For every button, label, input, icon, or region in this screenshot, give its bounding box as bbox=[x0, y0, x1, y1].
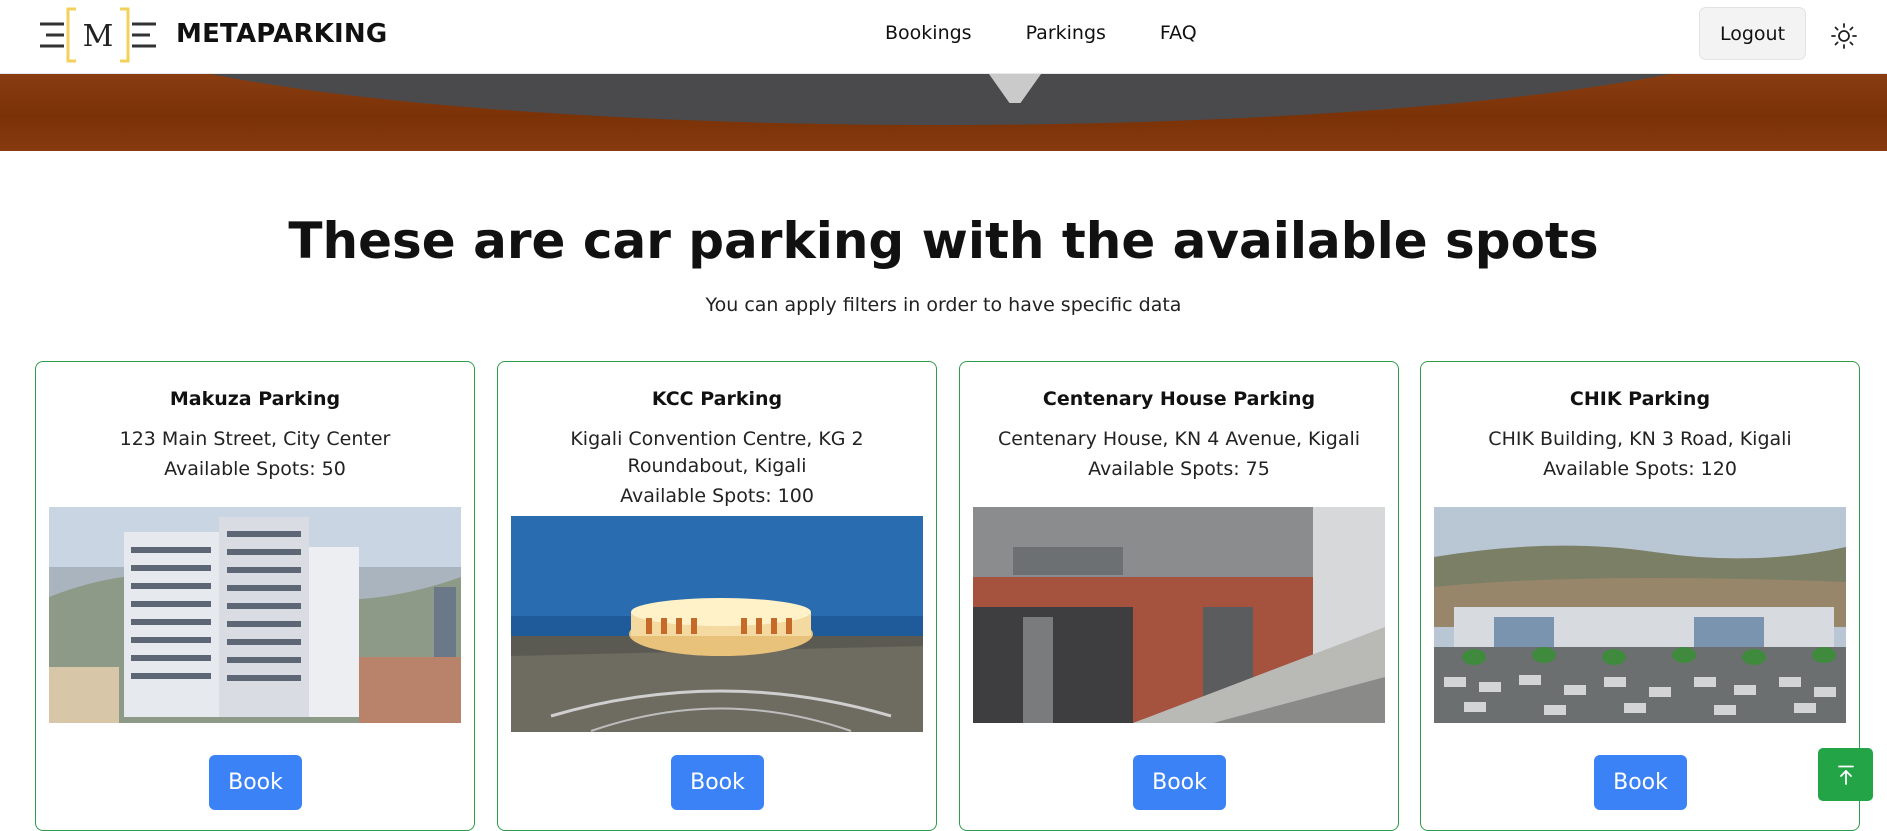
nav-bookings[interactable]: Bookings bbox=[885, 22, 972, 44]
hero-car-shape bbox=[70, 73, 1810, 125]
sun-icon[interactable] bbox=[1830, 22, 1858, 50]
page-title: These are car parking with the available… bbox=[288, 212, 1599, 270]
parking-name: Centenary House Parking bbox=[1042, 388, 1316, 410]
logo-letter: M bbox=[83, 19, 114, 54]
nav-parkings[interactable]: Parkings bbox=[1026, 22, 1106, 44]
scroll-to-top-button[interactable] bbox=[1818, 748, 1873, 801]
available-spots: Available Spots: 120 bbox=[1543, 458, 1737, 480]
parking-card: KCC Parking Kigali Convention Centre, KG… bbox=[497, 361, 937, 831]
arrow-up-to-line-icon bbox=[1837, 765, 1854, 785]
parking-name: Makuza Parking bbox=[169, 388, 341, 410]
parking-address: Kigali Convention Centre, KG 2 Roundabou… bbox=[570, 428, 864, 477]
parking-photo bbox=[1434, 507, 1846, 723]
parking-card: Centenary House Parking Centenary House,… bbox=[959, 361, 1399, 831]
parking-photo bbox=[49, 507, 461, 723]
parking-name: KCC Parking bbox=[651, 388, 783, 410]
hero-banner bbox=[0, 73, 1887, 151]
parking-address: 123 Main Street, City Center bbox=[119, 428, 391, 450]
brand-name[interactable]: METAPARKING bbox=[176, 19, 387, 49]
logout-button[interactable]: Logout bbox=[1699, 7, 1806, 60]
parking-address: Centenary House, KN 4 Avenue, Kigali bbox=[997, 428, 1361, 450]
book-button[interactable]: Book bbox=[209, 755, 302, 810]
nav-faq[interactable]: FAQ bbox=[1160, 22, 1197, 44]
page-subtitle: You can apply filters in order to have s… bbox=[705, 294, 1182, 316]
available-spots: Available Spots: 50 bbox=[164, 458, 346, 480]
parking-photo bbox=[973, 507, 1385, 723]
available-spots: Available Spots: 100 bbox=[620, 485, 814, 507]
book-button[interactable]: Book bbox=[671, 755, 764, 810]
parking-name: CHIK Parking bbox=[1569, 388, 1711, 410]
parking-address: CHIK Building, KN 3 Road, Kigali bbox=[1488, 428, 1792, 450]
top-navbar: M METAPARKING Bookings Parkings FAQ Logo… bbox=[0, 0, 1887, 74]
book-button[interactable]: Book bbox=[1133, 755, 1226, 810]
main-nav: Bookings Parkings FAQ bbox=[885, 22, 1251, 44]
available-spots: Available Spots: 75 bbox=[1088, 458, 1270, 480]
parking-photo bbox=[511, 516, 923, 732]
metaparking-logo[interactable]: M bbox=[40, 7, 156, 63]
book-button[interactable]: Book bbox=[1594, 755, 1687, 810]
parking-card: Makuza Parking 123 Main Street, City Cen… bbox=[35, 361, 475, 831]
parking-card: CHIK Parking CHIK Building, KN 3 Road, K… bbox=[1420, 361, 1860, 831]
